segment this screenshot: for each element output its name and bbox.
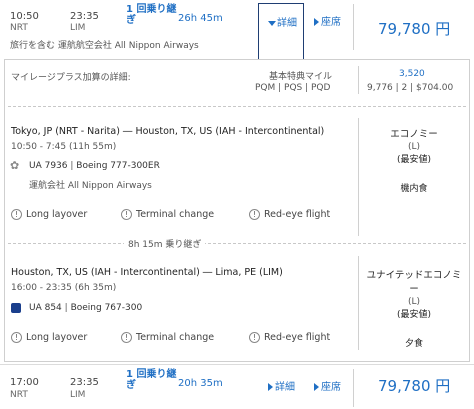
fare-note: (最安値) <box>396 155 432 165</box>
segment-route: Houston, TX, US (IAH - Intercontinental)… <box>11 267 283 278</box>
aircraft: Boeing 767-300 <box>70 303 143 313</box>
segment-operator: 運航会社 All Nippon Airways <box>29 181 152 191</box>
triangle-down-icon <box>268 20 276 26</box>
award-value: 3,520 <box>399 69 425 79</box>
depart-code: NRT <box>10 23 28 33</box>
segment-flight: UA 7936 | Boeing 777-300ER <box>29 161 160 171</box>
segment-times: 10:50 - 7:45 (11h 55m) <box>11 142 117 152</box>
flight-row-1: 10:50 NRT 23:35 LIM 1 回乗り継ぎ 26h 45m 詳細 座… <box>0 0 474 59</box>
meal: 機内食 <box>400 184 428 194</box>
note-red-eye: ! Red-eye flight <box>249 332 330 344</box>
note-long-layover: ! Long layover <box>11 209 87 221</box>
cabin-info: エコノミー (L) (最安値) 機内食 <box>362 126 466 194</box>
aircraft: Boeing 777-300ER <box>76 161 160 171</box>
segment-times: 16:00 - 23:35 (6h 35m) <box>11 283 117 293</box>
divider <box>358 256 359 350</box>
separator <box>8 106 466 107</box>
segment-route: Tokyo, JP (NRT - Narita) ― Houston, TX, … <box>11 126 325 137</box>
flight-number: UA 854 <box>29 303 62 313</box>
details-label: 詳細 <box>275 382 295 393</box>
note-terminal-change: ! Terminal change <box>121 209 214 221</box>
cabin-name: エコノミー <box>390 129 438 140</box>
arrive-code: LIM <box>70 23 86 33</box>
details-toggle[interactable]: 詳細 <box>268 378 295 393</box>
arrive-time: 23:35 <box>70 377 99 388</box>
info-icon: ! <box>249 332 260 343</box>
depart-time: 10:50 <box>10 11 39 22</box>
info-icon: ! <box>121 332 132 343</box>
award-codes: PQM | PQS | PQD <box>255 83 331 93</box>
flight-number: UA 7936 <box>29 161 68 171</box>
award-header: 基本特典マイル <box>269 72 333 82</box>
note-terminal-change: ! Terminal change <box>121 332 214 344</box>
star-alliance-icon: ✿ <box>10 159 20 172</box>
details-label: 詳細 <box>277 18 297 29</box>
depart-time: 17:00 <box>10 377 39 388</box>
operator-note: 旅行を含む 運航航空会社 All Nippon Airways <box>10 41 199 51</box>
meal: 夕食 <box>404 339 423 349</box>
seats-label: 座席 <box>321 17 341 28</box>
details-toggle[interactable]: 詳細 <box>268 14 297 29</box>
award-breakdown: 9,776 | 2 | $704.00 <box>367 83 454 93</box>
flight-duration: 26h 45m <box>178 13 223 24</box>
mileage-label: マイレージプラス加算の詳細: <box>11 73 131 83</box>
fare-class: (L) <box>407 297 421 307</box>
cabin-info: ユナイテッドエコノミー (L) (最安値) 夕食 <box>362 267 466 349</box>
cabin-name: ユナイテッドエコノミー <box>366 270 462 295</box>
divider <box>353 4 354 50</box>
triangle-right-icon <box>268 383 273 391</box>
triangle-right-icon <box>314 383 319 391</box>
arrive-code: LIM <box>70 390 86 400</box>
details-panel: マイレージプラス加算の詳細: 基本特典マイル PQM | PQS | PQD 3… <box>4 59 470 362</box>
fare-note: (最安値) <box>396 310 432 320</box>
flight-row-2: 17:00 NRT 23:35 LIM 1 回乗り継ぎ 20h 35m 詳細 座… <box>0 365 474 409</box>
stops-link[interactable]: 1 回乗り継ぎ <box>126 369 178 391</box>
united-logo-icon <box>11 303 21 313</box>
divider <box>358 66 359 94</box>
seats-label: 座席 <box>321 382 341 393</box>
info-icon: ! <box>249 209 260 220</box>
arrive-time: 23:35 <box>70 11 99 22</box>
seats-link[interactable]: 座席 <box>314 13 341 28</box>
layover-line <box>8 243 466 244</box>
flight-duration: 20h 35m <box>178 378 223 389</box>
price[interactable]: 79,780 円 <box>378 18 450 39</box>
info-icon: ! <box>11 209 22 220</box>
stops-link[interactable]: 1 回乗り継ぎ <box>126 4 178 26</box>
info-icon: ! <box>121 209 132 220</box>
price[interactable]: 79,780 円 <box>378 375 450 396</box>
details-tab-active[interactable]: 詳細 <box>258 3 304 59</box>
divider <box>358 118 359 236</box>
layover-label: 8h 15m 乗り継ぎ <box>124 237 206 250</box>
fare-class: (L) <box>407 142 421 152</box>
note-long-layover: ! Long layover <box>11 332 87 344</box>
depart-code: NRT <box>10 390 28 400</box>
seats-link[interactable]: 座席 <box>314 378 341 393</box>
segment-flight: UA 854 | Boeing 767-300 <box>29 303 142 313</box>
divider <box>353 369 354 407</box>
info-icon: ! <box>11 332 22 343</box>
triangle-right-icon <box>314 18 319 26</box>
note-red-eye: ! Red-eye flight <box>249 209 330 221</box>
